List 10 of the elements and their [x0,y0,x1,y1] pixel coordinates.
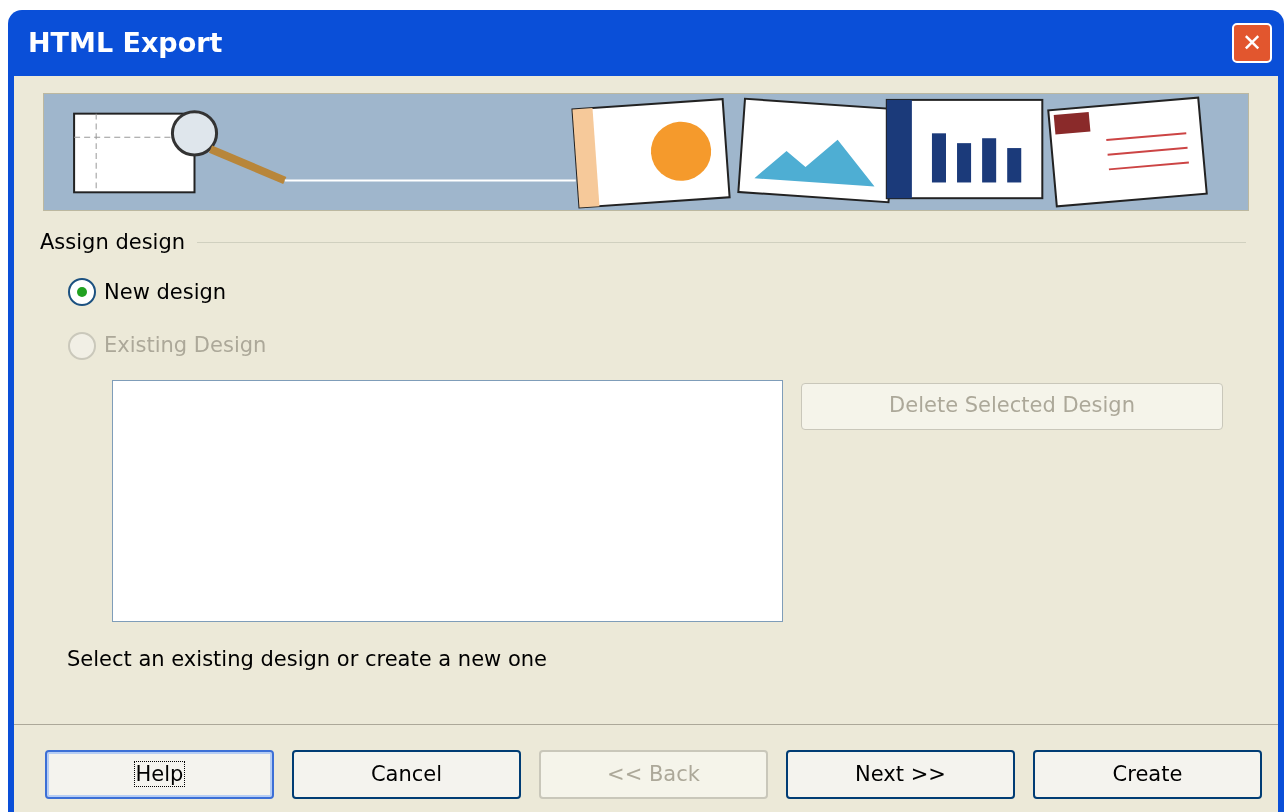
group-title: Assign design [40,229,186,256]
dialog-button[interactable]: Create [1033,750,1262,799]
hint-text: Select an existing design or create a new one [66,645,547,673]
dialog-button[interactable]: Help [45,750,274,799]
window-title: HTML Export [28,25,223,60]
dialog-button[interactable]: Next >> [786,750,1015,799]
radio-option[interactable]: New design [68,276,227,308]
design-list[interactable] [112,379,783,622]
close-button[interactable]: ✕ [1232,23,1272,63]
dialog-button[interactable]: Cancel [292,750,521,799]
